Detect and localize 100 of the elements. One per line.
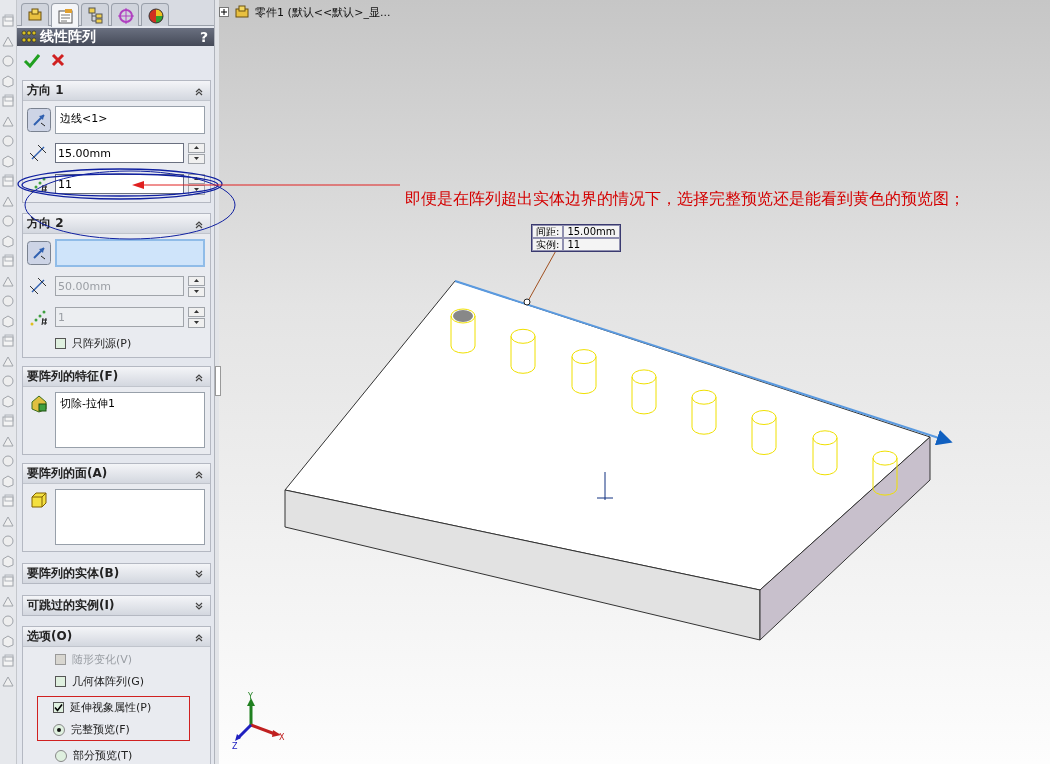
checkbox-label: 几何体阵列(G) <box>72 674 145 689</box>
section-header[interactable]: 要阵列的特征(F) <box>23 367 210 387</box>
tool-icon[interactable] <box>1 594 15 608</box>
radio-label: 完整预览(F) <box>71 722 130 737</box>
checkbox[interactable] <box>55 338 66 349</box>
down-arrow-icon <box>194 157 199 160</box>
tool-icon[interactable] <box>1 474 15 488</box>
checkbox[interactable] <box>53 702 64 713</box>
tree-icon <box>86 6 104 24</box>
tool-icon[interactable] <box>1 394 15 408</box>
tool-icon[interactable] <box>1 314 15 328</box>
direction-button[interactable] <box>27 241 51 265</box>
tree-item[interactable]: 零件1 (默认<<默认>_显... <box>255 4 391 20</box>
axis-label: X <box>279 733 285 742</box>
cylinder-preview <box>450 308 476 354</box>
expand-icon[interactable] <box>194 568 204 579</box>
radio-button[interactable] <box>53 723 65 736</box>
tool-icon[interactable] <box>1 634 15 648</box>
section-header[interactable]: 选项(O) <box>23 627 210 647</box>
spin-down-button[interactable] <box>188 286 205 297</box>
panel-title: 线性阵列 <box>40 28 97 46</box>
tool-icon[interactable] <box>1 214 15 228</box>
part-icon <box>233 3 251 21</box>
spin-up-button[interactable] <box>188 142 205 153</box>
cylinder-preview <box>571 349 597 395</box>
tool-icon[interactable] <box>1 194 15 208</box>
tool-icon[interactable] <box>1 554 15 568</box>
tool-icon[interactable] <box>1 574 15 588</box>
help-button[interactable]: ? <box>199 29 208 45</box>
spin-down-button[interactable] <box>188 153 205 164</box>
panel-tab[interactable] <box>81 3 109 26</box>
tool-icon[interactable] <box>1 674 15 688</box>
tool-icon[interactable] <box>1 134 15 148</box>
tool-icon[interactable] <box>1 74 15 88</box>
tool-icon[interactable] <box>1 614 15 628</box>
spin-up-button[interactable] <box>188 306 205 317</box>
tool-icon[interactable] <box>1 294 15 308</box>
checkbox-label: 随形变化(V) <box>72 652 133 667</box>
section-header[interactable]: 要阵列的实体(B) <box>23 564 210 583</box>
section-header[interactable]: 要阵列的面(A) <box>23 464 210 484</box>
section-title: 方向 1 <box>27 82 64 99</box>
tool-icon[interactable] <box>1 494 15 508</box>
edge-arrow[interactable] <box>454 280 953 446</box>
tool-icon[interactable] <box>1 54 15 68</box>
selection-list[interactable]: 切除-拉伸1 <box>55 392 205 448</box>
tool-icon[interactable] <box>1 654 15 668</box>
tool-icon[interactable] <box>1 34 15 48</box>
section-title: 要阵列的面(A) <box>27 465 108 482</box>
cylinder-preview <box>812 430 838 476</box>
tool-icon[interactable] <box>1 234 15 248</box>
direction-button[interactable] <box>27 108 51 132</box>
tool-icon[interactable] <box>1 454 15 468</box>
tool-icon[interactable] <box>1 254 15 268</box>
up-arrow-icon <box>194 177 199 180</box>
checkbox[interactable] <box>55 676 66 687</box>
up-arrow-icon <box>194 310 199 313</box>
tool-icon[interactable] <box>1 274 15 288</box>
edge-field[interactable]: 边线<1> <box>55 106 205 134</box>
splitter-handle[interactable] <box>215 366 221 396</box>
radio-button[interactable] <box>55 749 67 762</box>
part-icon <box>26 6 44 24</box>
spin-down-button[interactable] <box>188 317 205 328</box>
axis-label: Y <box>248 692 253 701</box>
ok-icon[interactable] <box>23 52 40 68</box>
annotation-text: 即便是在阵列超出实体边界的情况下，选择完整预览还是能看到黄色的预览图； <box>405 189 966 208</box>
section-header[interactable]: 方向 1 <box>23 81 210 101</box>
panel-tab[interactable] <box>141 3 169 26</box>
cube-icon <box>30 491 48 511</box>
tool-icon[interactable] <box>1 514 15 528</box>
cancel-icon[interactable] <box>50 52 66 68</box>
panel-tab[interactable] <box>51 3 79 27</box>
section-title: 选项(O) <box>27 628 73 645</box>
spacing-field[interactable]: 15.00mm <box>55 143 184 163</box>
tool-icon[interactable] <box>1 154 15 168</box>
tool-icon[interactable] <box>1 434 15 448</box>
tool-icon[interactable] <box>1 14 15 28</box>
expand-icon[interactable] <box>219 7 229 17</box>
edge-field[interactable] <box>55 239 205 267</box>
tag-label: 间距: <box>532 225 564 238</box>
tool-icon[interactable] <box>1 414 15 428</box>
tool-icon[interactable] <box>1 114 15 128</box>
panel-tab[interactable] <box>111 3 139 26</box>
spin-up-button[interactable] <box>188 173 205 184</box>
tool-icon[interactable] <box>1 334 15 348</box>
color-wheel-icon <box>146 6 164 24</box>
section-header[interactable]: 可跳过的实例(I) <box>23 596 210 615</box>
distance-icon <box>29 276 49 296</box>
list-item[interactable]: 切除-拉伸1 <box>60 396 200 411</box>
selection-list[interactable] <box>55 489 205 545</box>
spin-up-button[interactable] <box>188 275 205 286</box>
expand-icon[interactable] <box>194 600 204 611</box>
tool-icon[interactable] <box>1 354 15 368</box>
section-title: 可跳过的实例(I) <box>27 597 115 614</box>
tool-icon[interactable] <box>1 534 15 548</box>
distance-icon <box>29 143 49 163</box>
tool-icon[interactable] <box>1 374 15 388</box>
spin-down-button[interactable] <box>188 184 205 195</box>
crosshair-icon <box>116 6 134 24</box>
tool-icon[interactable] <box>1 174 15 188</box>
tool-icon[interactable] <box>1 94 15 108</box>
